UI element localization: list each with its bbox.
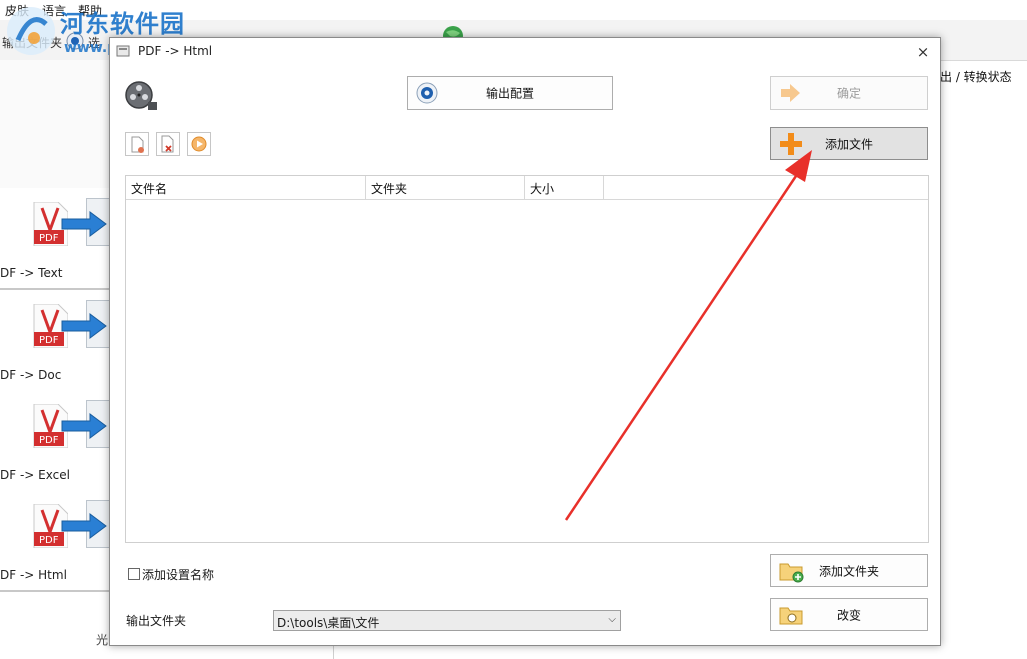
play-icon [191,136,207,152]
film-reel-icon [125,81,157,110]
arrow-right-icon [61,313,107,339]
add-folder-button[interactable]: 添加文件夹 [770,554,928,587]
file-list-table[interactable]: 文件名 文件夹 大小 [125,175,929,543]
output-config-label: 输出配置 [485,86,534,101]
column-header-folder[interactable]: 文件夹 [366,176,525,200]
checkbox-box[interactable] [128,568,140,580]
pdf-to-html-dialog: PDF -> Html × 输出配置 确定 添加文件 文件名 文件夹 大小 添加… [109,37,941,646]
chevron-down-icon[interactable]: ⌵ [608,614,616,625]
change-label: 改变 [836,608,861,622]
background-status-text: 光 [96,633,109,647]
add-file-button[interactable]: 添加文件 [770,127,928,160]
svg-text:PDF: PDF [39,535,59,546]
arrow-right-icon [61,513,107,539]
clear-files-button[interactable] [156,132,180,156]
watermark-logo-icon [7,7,55,55]
arrow-right-icon [61,211,107,237]
start-convert-button[interactable] [187,132,211,156]
converter-label: DF -> Doc [0,368,62,382]
output-config-button[interactable]: 输出配置 [407,76,613,110]
svg-text:PDF: PDF [39,233,59,244]
confirm-label: 确定 [836,86,861,101]
add-folder-label: 添加文件夹 [818,564,879,578]
dialog-title: PDF -> Html [138,44,213,58]
converter-label: DF -> Html [0,568,67,582]
status-column-header: 出 / 转换状态 [940,70,1012,84]
svg-text:PDF: PDF [39,335,59,346]
output-folder-value: D:\tools\桌面\文件 [277,616,380,630]
checkbox-label: 添加设置名称 [142,568,215,582]
close-button[interactable]: × [912,41,934,63]
column-header-size[interactable]: 大小 [525,176,604,200]
converter-label: DF -> Excel [0,468,70,482]
app-icon [116,45,130,57]
remove-file-button[interactable] [125,132,149,156]
document-remove-icon [131,136,144,153]
converter-label: DF -> Text [0,266,63,280]
document-delete-icon [161,135,174,153]
output-folder-select[interactable]: D:\tools\桌面\文件 ⌵ [273,610,621,631]
add-setting-name-checkbox[interactable]: 添加设置名称 [128,566,214,583]
add-file-label: 添加文件 [824,137,873,151]
output-folder-label: 输出文件夹 [126,614,187,628]
confirm-button[interactable]: 确定 [770,76,928,110]
arrow-right-icon [61,413,107,439]
column-header-filename[interactable]: 文件名 [126,176,366,200]
svg-text:PDF: PDF [39,435,59,446]
dialog-title-bar[interactable]: PDF -> Html × [110,38,940,66]
change-button[interactable]: 改变 [770,598,928,631]
column-header-empty [604,176,928,200]
watermark-title: 河东软件园 [60,10,185,38]
